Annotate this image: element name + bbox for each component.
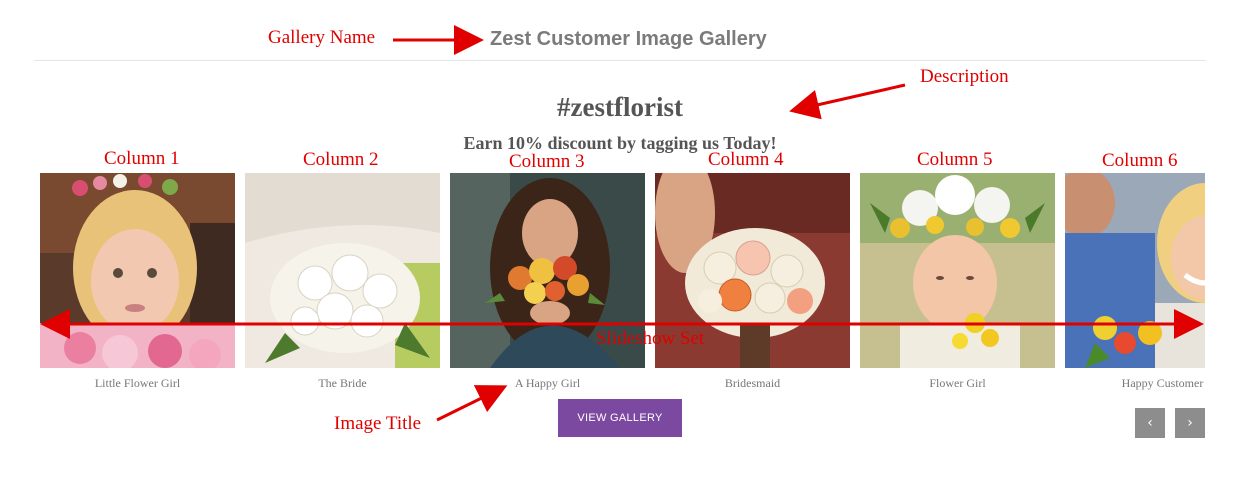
annotation-image-title: Image Title <box>334 413 422 434</box>
annotation-column: Column 5 <box>917 149 993 170</box>
annotation-column: Column 1 <box>104 148 180 169</box>
annotation-column: Column 6 <box>1102 150 1178 171</box>
description-arrow <box>789 83 906 120</box>
annotation-column: Column 3 <box>509 151 585 172</box>
annotation-column: Column 4 <box>708 149 784 170</box>
annotation-slideshow-set: Slideshow Set <box>596 328 705 349</box>
annotation-gallery-name: Gallery Name <box>268 27 376 48</box>
annotation-column: Column 2 <box>303 149 379 170</box>
annotation-arrows <box>40 25 1204 422</box>
image-title-arrow <box>436 385 508 422</box>
annotation-description: Description <box>920 66 1009 87</box>
